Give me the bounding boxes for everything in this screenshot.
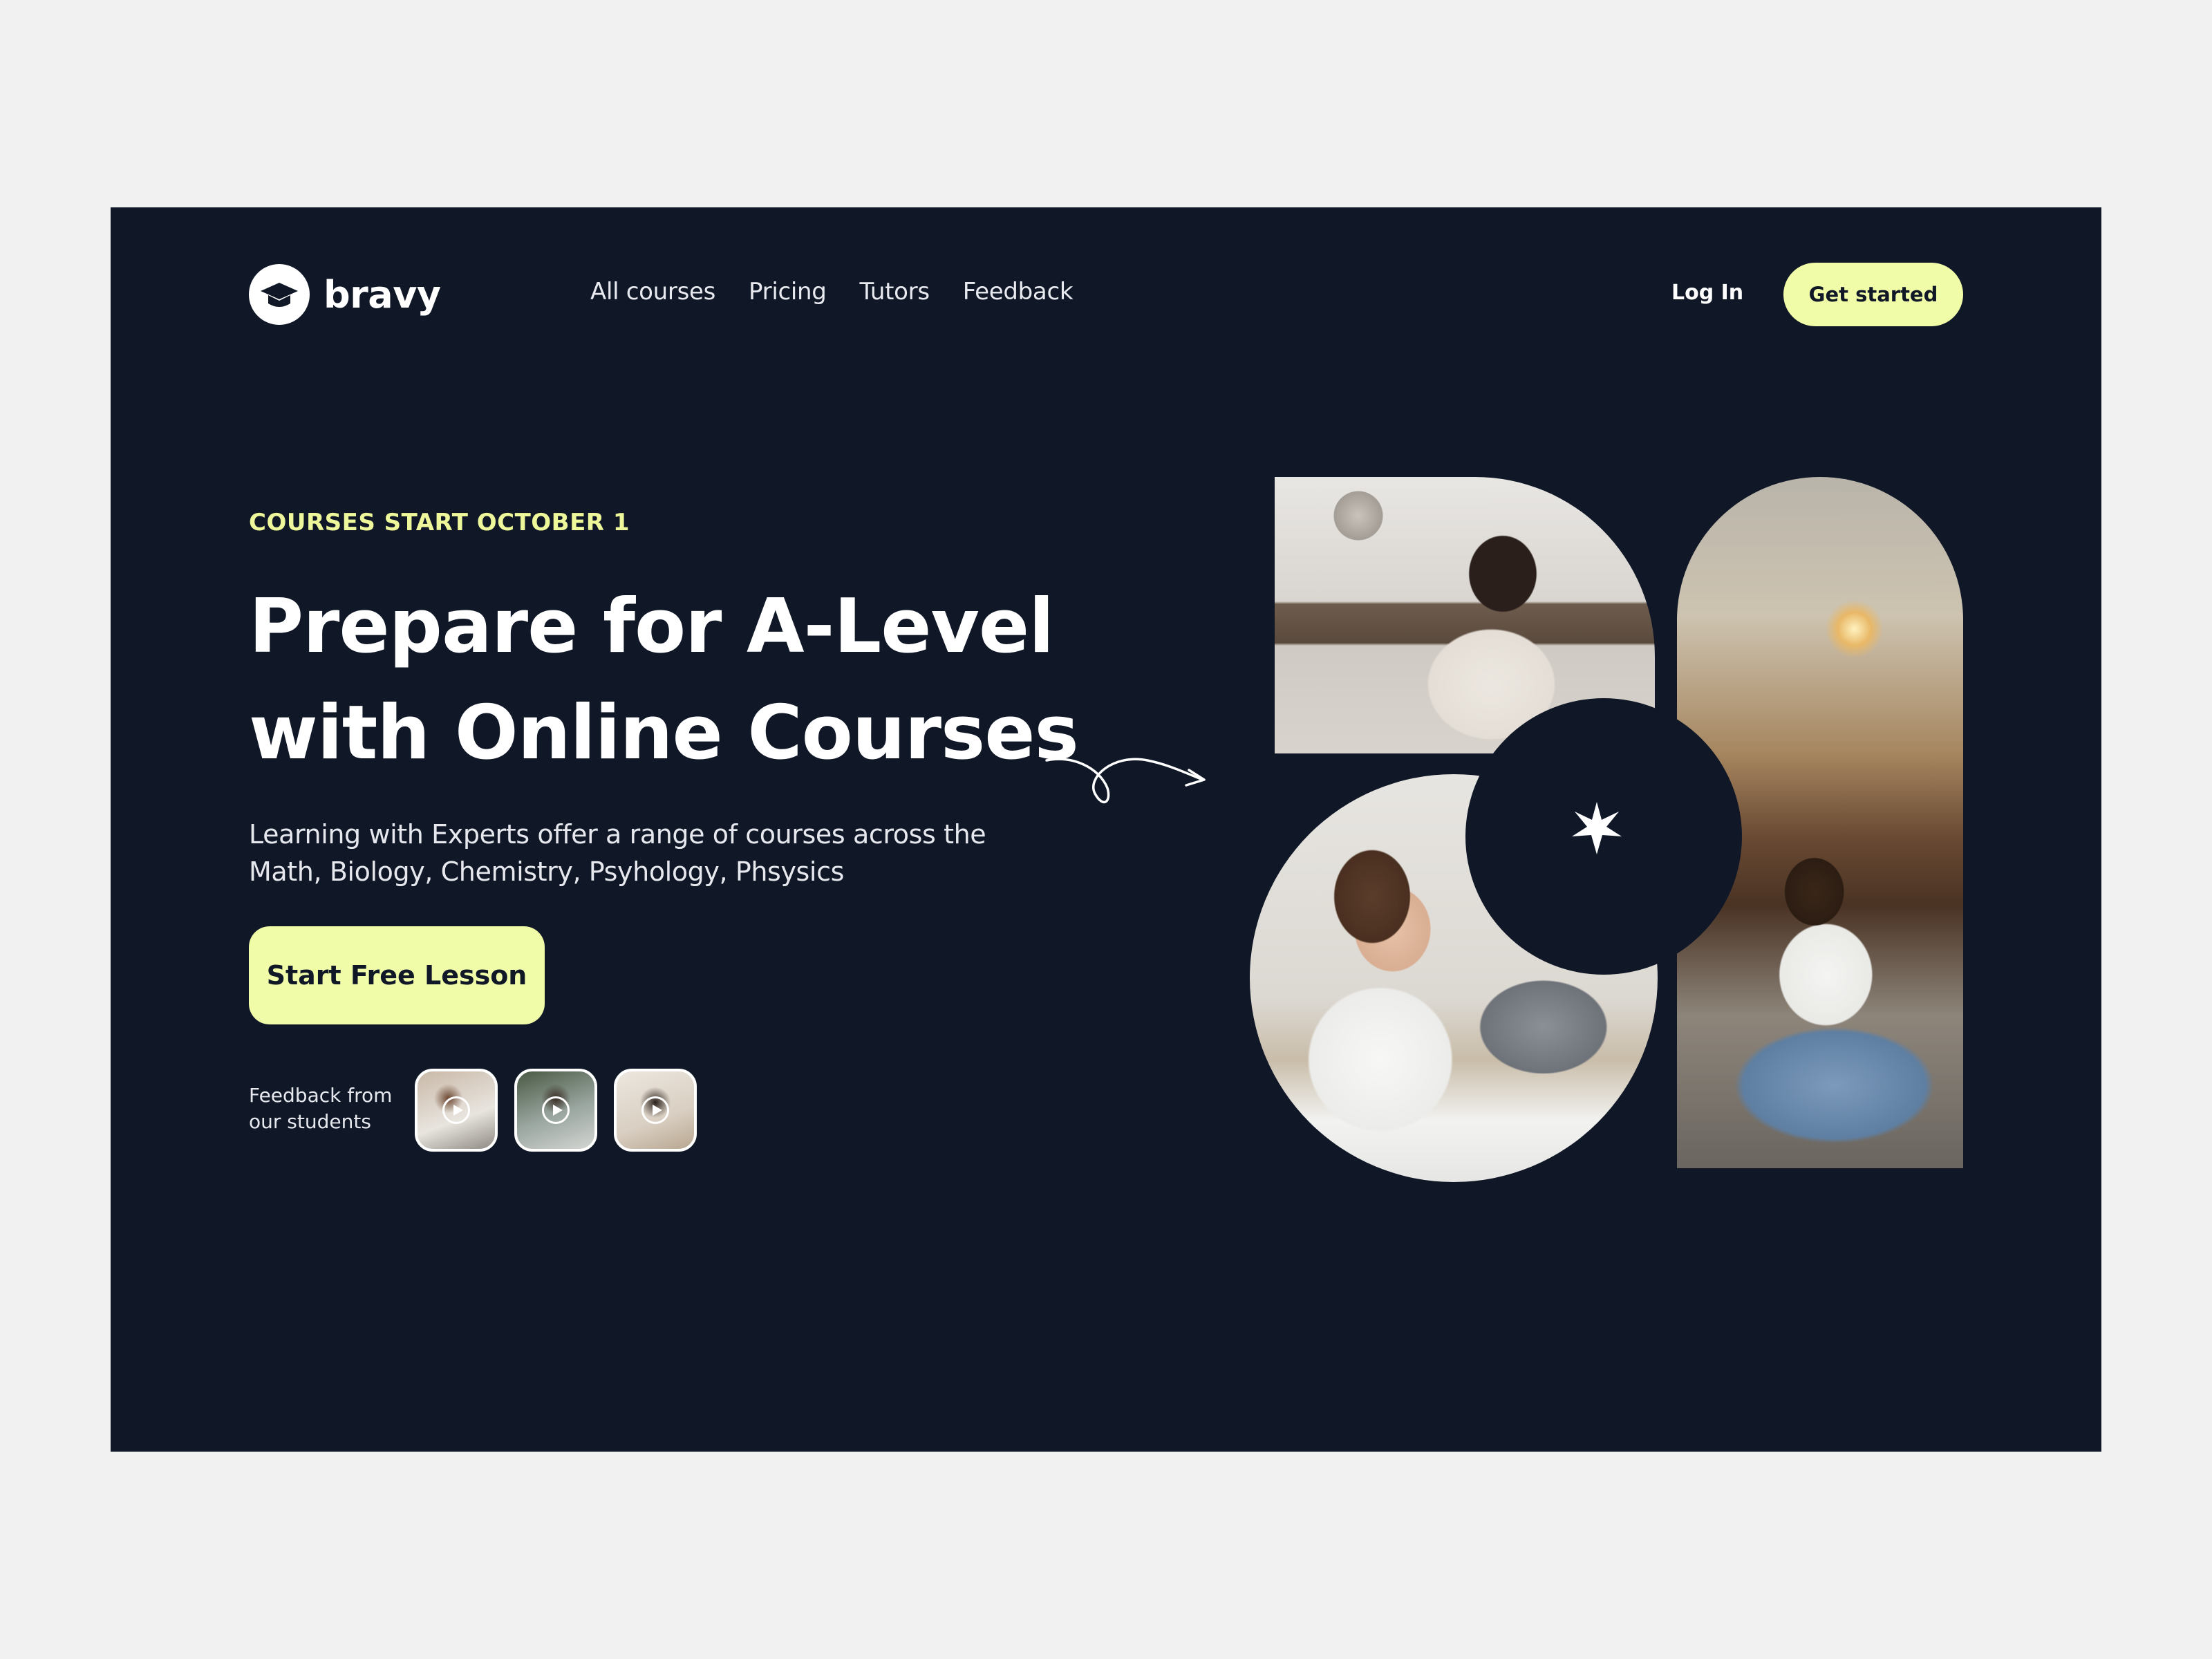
nav-feedback[interactable]: Feedback — [963, 278, 1074, 306]
headline-line-2: with Online Courses — [249, 690, 1079, 776]
feedback-label-line-2: our students — [249, 1110, 371, 1133]
feedback-video-thumb-2[interactable] — [514, 1069, 597, 1152]
start-free-lesson-button[interactable]: Start Free Lesson — [249, 926, 545, 1024]
star-icon — [1572, 802, 1622, 854]
login-link[interactable]: Log In — [1671, 281, 1743, 305]
description-line-2: Math, Biology, Chemistry, Psyhology, Phs… — [249, 856, 844, 887]
play-icon — [542, 1096, 570, 1124]
feedback-video-thumb-1[interactable] — [415, 1069, 498, 1152]
get-started-button[interactable]: Get started — [1783, 263, 1963, 326]
curved-arrow-icon — [1045, 758, 1206, 804]
nav-all-courses[interactable]: All courses — [590, 278, 715, 306]
feedback-label: Feedback from our students — [249, 1082, 392, 1135]
hero-description: Learning with Experts offer a range of c… — [249, 816, 1009, 890]
hero-headline: Prepare for A-Level with Online Courses — [249, 574, 1079, 787]
graduation-cap-icon — [249, 264, 310, 325]
course-start-label: COURSES START OCTOBER 1 — [249, 509, 630, 536]
feedback-videos — [415, 1069, 697, 1152]
hero-frame: bravy All courses Pricing Tutors Feedbac… — [111, 207, 2101, 1452]
nav-tutors[interactable]: Tutors — [860, 278, 930, 306]
nav-pricing[interactable]: Pricing — [749, 278, 827, 306]
play-icon — [442, 1096, 470, 1124]
brand-logo[interactable]: bravy — [249, 264, 441, 325]
brand-name: bravy — [324, 272, 441, 317]
play-icon — [641, 1096, 669, 1124]
headline-line-1: Prepare for A-Level — [249, 583, 1054, 670]
main-nav: All courses Pricing Tutors Feedback — [590, 278, 1074, 306]
feedback-video-thumb-3[interactable] — [614, 1069, 697, 1152]
feedback-label-line-1: Feedback from — [249, 1084, 393, 1107]
description-line-1: Learning with Experts offer a range of c… — [249, 819, 986, 850]
